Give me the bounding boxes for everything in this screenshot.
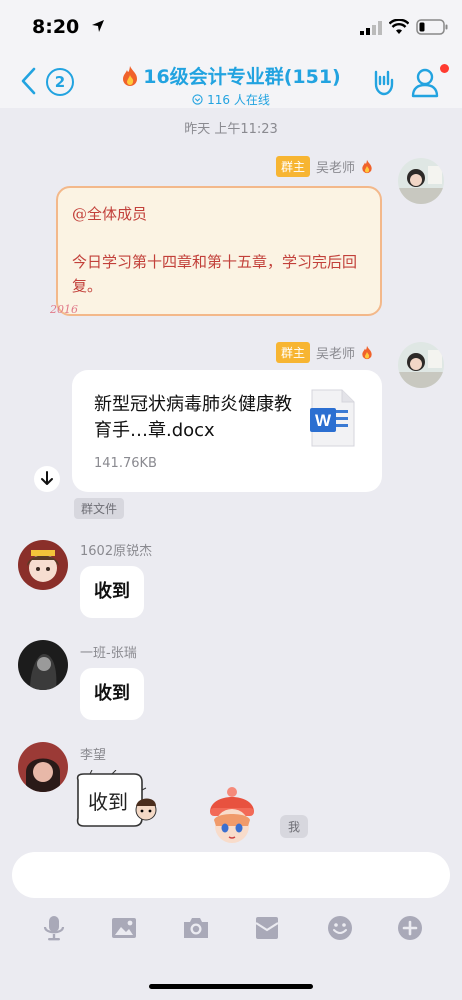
- sticker-text: 收到: [88, 790, 128, 814]
- user-avatar[interactable]: [18, 640, 68, 690]
- fire-icon: [362, 345, 372, 360]
- owner-tag: 群主: [276, 156, 311, 177]
- sender-name: 李望: [80, 748, 107, 763]
- download-arrow-icon: [41, 471, 53, 485]
- svg-text:W: W: [315, 411, 332, 430]
- notification-dot: [440, 64, 449, 73]
- status-bar: 8:20: [0, 0, 462, 56]
- file-size: 141.76KB: [94, 456, 157, 471]
- group-members-icon[interactable]: [410, 66, 444, 98]
- group-file-tag[interactable]: 群文件: [74, 498, 125, 519]
- fire-icon: [362, 159, 372, 174]
- text-message-bubble[interactable]: 收到: [80, 668, 144, 720]
- back-chevron-icon[interactable]: [18, 66, 38, 96]
- camera-icon[interactable]: [182, 914, 210, 942]
- status-time: 8:20: [32, 16, 80, 38]
- image-icon[interactable]: [110, 914, 138, 942]
- sender-name: 1602原锐杰: [80, 544, 153, 559]
- chat-timestamp: 昨天 上午11:23: [184, 122, 278, 137]
- download-button[interactable]: [34, 466, 60, 492]
- sticker-message[interactable]: 收到: [72, 769, 160, 832]
- sender-name: 一班-张瑞: [80, 646, 137, 661]
- group-title-area[interactable]: 16级会计专业群(151) 116 人在线: [100, 62, 362, 108]
- owner-tag: 群主: [276, 342, 311, 363]
- emoji-icon[interactable]: [326, 914, 354, 942]
- microphone-icon[interactable]: [40, 914, 68, 942]
- message-input[interactable]: [12, 852, 450, 898]
- file-message-bubble[interactable]: 新型冠状病毒肺炎健康教育手…章.docx 141.76KB W: [72, 370, 382, 492]
- mascot-sticker-icon: [210, 787, 254, 843]
- note-corner-sticker: 2016: [50, 303, 78, 316]
- user-avatar[interactable]: [18, 742, 68, 792]
- teacher-avatar[interactable]: [398, 342, 444, 388]
- teacher-avatar[interactable]: [398, 158, 444, 204]
- input-toolbar: [0, 906, 462, 952]
- text-message-bubble[interactable]: 收到: [80, 566, 144, 618]
- red-packet-icon[interactable]: [253, 914, 281, 942]
- me-tag[interactable]: 我: [280, 815, 309, 838]
- group-title: 16级会计专业群(151): [143, 66, 341, 88]
- sender-line: 群主 吴老师: [276, 156, 373, 177]
- sender-line: 群主 吴老师: [276, 342, 373, 363]
- chat-header: 2 16级会计专业群(151) 116 人在线: [0, 56, 462, 108]
- location-arrow-icon: [92, 20, 104, 32]
- plus-icon[interactable]: [396, 914, 424, 942]
- note-message-bubble[interactable]: @全体成员 今日学习第十四章和第十五章，学习完后回复。: [56, 186, 382, 316]
- user-avatar[interactable]: [18, 540, 68, 590]
- home-indicator[interactable]: [149, 984, 313, 989]
- file-name: 新型冠状病毒肺炎健康教育手…章.docx: [94, 394, 292, 441]
- unread-count-badge[interactable]: 2: [46, 68, 74, 96]
- chevron-down-circle-icon: [192, 94, 203, 105]
- note-body-text: 今日学习第十四章和第十五章，学习完后回复。: [72, 253, 358, 295]
- word-document-icon: W: [310, 389, 355, 447]
- battery-icon: [416, 19, 448, 35]
- sender-name: 吴老师: [316, 161, 356, 176]
- mention-all-text: @全体成员: [72, 205, 148, 223]
- online-count: 116 人在线: [207, 93, 270, 107]
- fire-icon: [123, 65, 138, 86]
- sender-name: 吴老师: [316, 347, 356, 362]
- wifi-icon: [389, 19, 409, 34]
- signal-icon: [360, 21, 382, 35]
- rock-hand-icon[interactable]: [370, 68, 398, 96]
